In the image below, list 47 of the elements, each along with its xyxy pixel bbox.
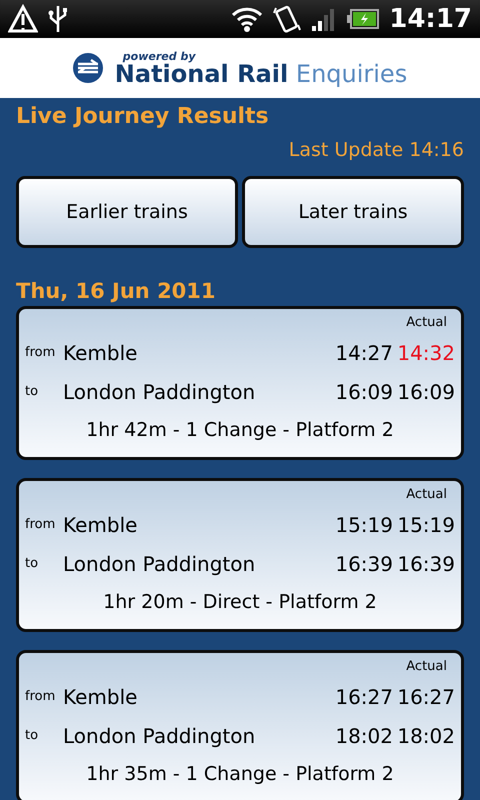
actual-time: 15:19	[396, 512, 455, 536]
earlier-trains-button[interactable]: Earlier trains	[16, 176, 238, 248]
actual-time: 16:27	[396, 684, 455, 708]
direction-label: from	[25, 689, 56, 704]
logo-wordmark: National Rail Enquiries	[114, 62, 408, 86]
actual-header: Actual	[405, 658, 448, 676]
logo-tagline: powered by	[122, 50, 197, 62]
scheduled-time: 16:39	[334, 552, 393, 576]
actual-time: 16:09	[396, 380, 455, 404]
journey-card[interactable]: Actual from Kemble 15:19 15:19 to London Paddington 16:39 16:39 1hr 20m - Direct - Platform 2	[16, 478, 464, 632]
vibrate-icon	[273, 4, 302, 34]
actual-time: 16:39	[396, 552, 455, 576]
scheduled-time: 14:27	[334, 340, 393, 364]
page-title: Live Journey Results	[16, 103, 270, 131]
journey-card[interactable]: Actual from Kemble 14:27 14:32 to London Paddington 16:09 16:09 1hr 42m - 1 Change - Platform 2	[16, 306, 464, 460]
station-name: London Paddington	[63, 380, 256, 404]
scheduled-time: 16:27	[334, 684, 393, 708]
usb-icon	[48, 4, 68, 34]
last-update: Last Update 14:16	[288, 138, 464, 163]
wifi-icon	[231, 5, 264, 33]
journey-card[interactable]: Actual from Kemble 16:27 16:27 to London Paddington 18:02 18:02 1hr 35m - 1 Change - Platform 2	[16, 650, 464, 800]
journey-summary: 1hr 35m - 1 Change - Platform 2	[85, 762, 395, 787]
actual-time: 14:32	[396, 340, 455, 364]
scheduled-time: 18:02	[334, 724, 393, 748]
scheduled-time: 15:19	[334, 512, 393, 536]
direction-label: to	[25, 384, 40, 399]
direction-label: to	[25, 556, 40, 571]
direction-label: from	[25, 517, 56, 532]
warning-icon	[8, 4, 38, 34]
station-name: Kemble	[63, 340, 138, 364]
direction-label: from	[25, 345, 56, 360]
logo-icon	[72, 53, 103, 83]
scheduled-time: 16:09	[334, 380, 393, 404]
journey-summary: 1hr 20m - Direct - Platform 2	[102, 590, 378, 615]
station-name: Kemble	[63, 512, 138, 536]
station-name: London Paddington	[63, 724, 256, 748]
station-name: London Paddington	[63, 552, 256, 576]
actual-header: Actual	[405, 314, 448, 332]
station-name: Kemble	[63, 684, 138, 708]
journey-summary: 1hr 42m - 1 Change - Platform 2	[85, 418, 395, 443]
later-trains-button[interactable]: Later trains	[242, 176, 464, 248]
actual-header: Actual	[405, 486, 448, 504]
direction-label: to	[25, 728, 40, 743]
clock: 14:17	[389, 4, 472, 34]
date-heading: Thu, 16 Jun 2011	[16, 278, 217, 304]
battery-icon	[347, 8, 380, 30]
actual-time: 18:02	[396, 724, 455, 748]
